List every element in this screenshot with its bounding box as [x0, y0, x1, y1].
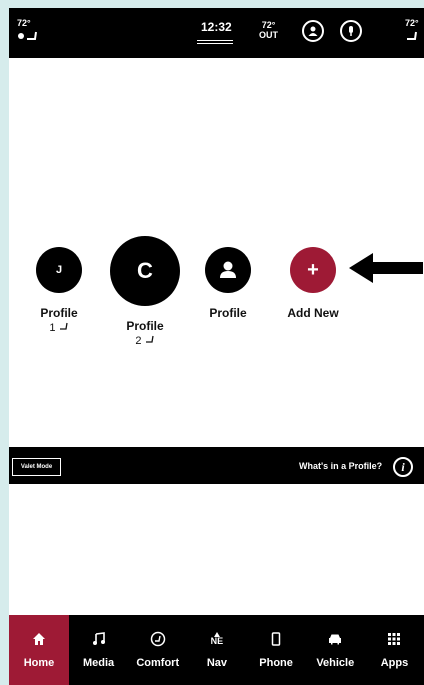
nav-apps[interactable]: Apps	[365, 615, 424, 685]
profile-item-guest[interactable]: Profile	[200, 247, 256, 320]
outside-temp: 72° OUT	[259, 20, 278, 40]
valet-mode-button[interactable]: Valet Mode	[12, 458, 61, 476]
heated-seat-icon	[17, 29, 39, 44]
nav-nav[interactable]: NE Nav	[187, 615, 246, 685]
info-icon[interactable]: i	[393, 457, 413, 477]
seat-memory-number: 1	[49, 322, 56, 334]
seat-memory-number: 2	[135, 335, 142, 347]
seat-icon	[59, 322, 68, 330]
whats-in-profile-link[interactable]: What's in a Profile?	[299, 461, 382, 471]
nav-label: Comfort	[136, 657, 180, 669]
comfort-icon	[150, 629, 166, 649]
nav-phone[interactable]: Phone	[247, 615, 306, 685]
clock-underline	[197, 43, 233, 44]
passenger-temp: 72°	[405, 18, 419, 28]
bottom-nav: Home Media Comfort NE Nav Phone Vehicle …	[9, 615, 424, 685]
empty-panel	[9, 484, 424, 615]
passenger-climate[interactable]: 72°	[405, 18, 419, 44]
profile-panel: J Profile 1 C Profile 2 Profile + Add Ne…	[9, 58, 424, 447]
compass-heading: NE	[210, 636, 224, 646]
nav-label: Apps	[380, 657, 409, 669]
user-icon	[220, 261, 236, 278]
avatar: J	[36, 247, 82, 293]
outside-temp-label: OUT	[259, 30, 278, 40]
driver-temp: 72°	[17, 18, 31, 28]
phone-icon	[271, 629, 281, 649]
passenger-seat-icon	[405, 29, 419, 44]
profile-seat-memory: 2	[107, 334, 183, 347]
plus-icon: +	[290, 247, 336, 293]
nav-label: Home	[23, 657, 55, 669]
nav-label: Media	[82, 657, 115, 669]
profile-item-2[interactable]: C Profile 2	[107, 236, 183, 347]
car-icon	[327, 629, 343, 649]
add-new-label: Add New	[287, 306, 339, 320]
arrow-left-icon	[349, 253, 423, 283]
driver-climate[interactable]: 72°	[17, 18, 39, 44]
clock: 12:32	[201, 20, 232, 34]
user-icon	[308, 26, 318, 36]
add-new-profile-button[interactable]: + Add New	[277, 247, 349, 320]
microphone-icon	[349, 26, 353, 36]
nav-home[interactable]: Home	[9, 615, 69, 685]
apps-grid-icon	[388, 629, 401, 649]
clock-underline	[197, 40, 233, 41]
nav-media[interactable]: Media	[69, 615, 128, 685]
music-note-icon	[92, 629, 106, 649]
profile-label: Profile	[209, 306, 247, 320]
nav-label: Vehicle	[316, 657, 355, 669]
seat-icon	[145, 335, 154, 343]
nav-comfort[interactable]: Comfort	[128, 615, 187, 685]
profile-status-button[interactable]	[302, 20, 324, 42]
outside-temp-value: 72°	[261, 20, 276, 30]
nav-label: Phone	[259, 657, 293, 669]
profile-actions-bar: Valet Mode What's in a Profile? i	[9, 447, 424, 484]
profile-item-1[interactable]: J Profile 1	[27, 247, 91, 334]
compass-icon: NE	[210, 629, 224, 649]
voice-button[interactable]	[340, 20, 362, 42]
avatar	[205, 247, 251, 293]
profile-label: Profile	[40, 306, 78, 320]
avatar: C	[110, 236, 180, 306]
home-icon	[32, 629, 46, 649]
nav-label: Nav	[206, 657, 228, 669]
profile-label: Profile	[126, 319, 164, 333]
profile-seat-memory: 1	[27, 321, 91, 334]
nav-vehicle[interactable]: Vehicle	[306, 615, 365, 685]
status-bar: 72° 12:32 72° OUT 72°	[9, 8, 424, 58]
profile-list: J Profile 1 C Profile 2 Profile + Add Ne…	[9, 58, 424, 447]
head-unit-screen: 72° 12:32 72° OUT 72° J Profile 1 C Prof…	[9, 8, 424, 685]
